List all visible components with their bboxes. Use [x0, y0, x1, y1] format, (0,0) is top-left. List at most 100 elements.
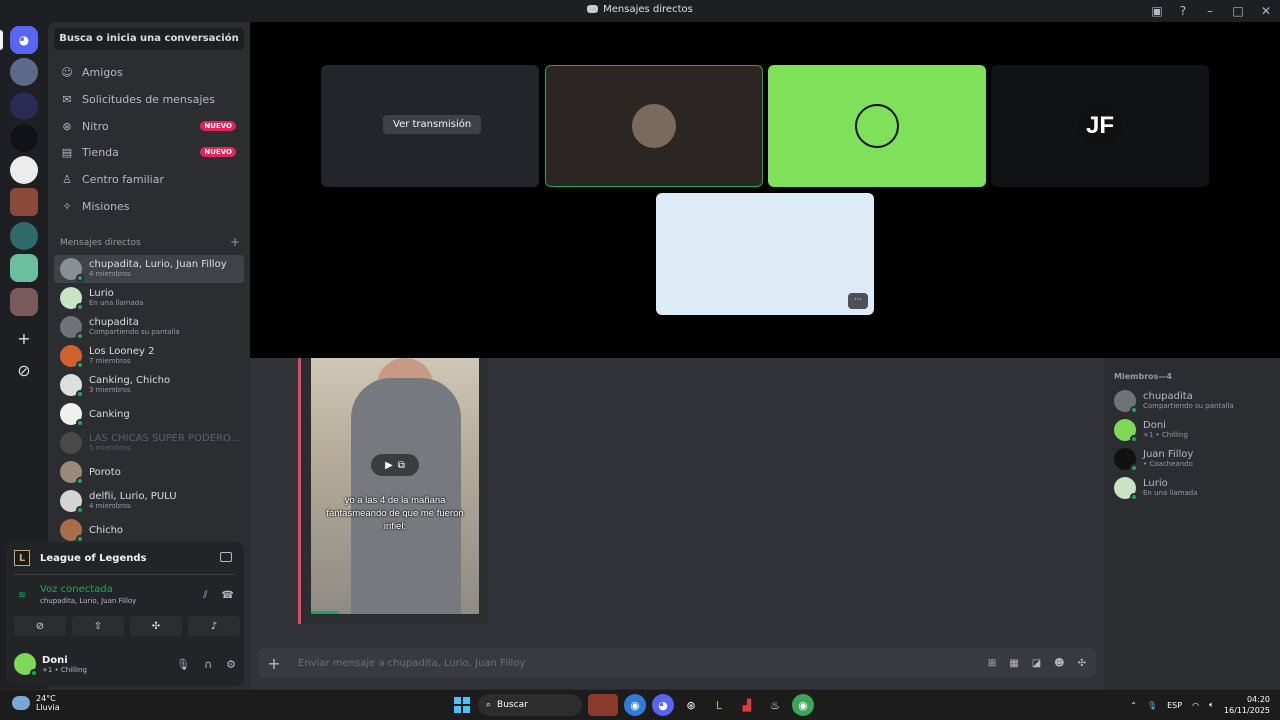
activities-button[interactable]: ✣ [130, 616, 182, 636]
gif-icon[interactable]: ▦ [1009, 658, 1018, 669]
soundboard-button[interactable]: ♪ [188, 616, 240, 636]
server-icon[interactable] [10, 222, 38, 250]
nav-message-requests[interactable]: ✉ Solicitudes de mensajes [54, 86, 244, 112]
apps-icon[interactable]: ✣ [1078, 658, 1086, 669]
dm-item[interactable]: Poroto [54, 458, 244, 486]
dm-item[interactable]: Chicho [54, 516, 244, 544]
dm-item[interactable]: Los Looney 27 miembros [54, 342, 244, 370]
maximize-button[interactable]: □ [1224, 0, 1252, 22]
game-activity: L League of Legends [14, 550, 146, 566]
wifi-icon[interactable]: ◠ [1192, 701, 1199, 710]
avatar [1114, 477, 1138, 501]
weather-widget[interactable]: 24°C Lluvia [12, 694, 60, 712]
member-item[interactable]: Doni +1 • Chilling [1114, 417, 1188, 443]
discover-icon[interactable]: ⊘ [12, 358, 36, 382]
current-user[interactable]: Doni +1 • Chilling 🎙︎ ∩ ⚙ [14, 650, 236, 678]
quests-icon: ✧ [62, 199, 72, 213]
settings-gear-icon[interactable]: ⚙ [226, 658, 236, 671]
emoji-icon[interactable]: ☻ [1054, 658, 1064, 669]
nav-quests[interactable]: ✧ Misiones [54, 193, 244, 219]
chevron-up-icon[interactable]: ⌃ [1130, 701, 1137, 710]
help-icon[interactable]: ? [1170, 0, 1196, 22]
headphones-icon[interactable]: ∩ [204, 658, 212, 671]
temperature: 24°C [36, 694, 56, 703]
watch-stream-button[interactable]: Ver transmisión [383, 115, 482, 134]
dm-item[interactable]: Canking [54, 400, 244, 428]
steam-icon[interactable]: ♨ [764, 694, 786, 716]
stream-tile[interactable]: Ver transmisión [321, 65, 539, 187]
create-dm-icon[interactable]: + [230, 236, 240, 248]
server-icon[interactable] [10, 156, 38, 184]
server-icon[interactable] [10, 124, 38, 152]
dm-item[interactable]: chupadita Compartiendo su pantalla [54, 313, 244, 341]
minimize-button[interactable]: – [1196, 0, 1224, 22]
member-item[interactable]: Juan Filloy • Coacheando [1114, 446, 1193, 472]
dm-item[interactable]: Lurio En una llamada [54, 284, 244, 312]
home-button[interactable]: ◕ [10, 26, 38, 54]
close-button[interactable]: ✕ [1252, 0, 1280, 22]
discord-icon[interactable]: ◕ [652, 694, 674, 716]
status-dot [76, 506, 84, 514]
league-icon[interactable]: L [708, 694, 730, 716]
participant-tile[interactable] [545, 65, 763, 187]
message-input[interactable]: + Enviar mensaje a chupadita, Lurio, Jua… [258, 648, 1096, 678]
language-indicator[interactable]: ESP [1167, 701, 1182, 710]
gift-icon[interactable]: ⊞ [988, 658, 996, 669]
microphone-icon[interactable]: 🎙︎ [176, 658, 190, 671]
search-conversation-button[interactable]: Busca o inicia una conversación [54, 28, 244, 50]
app-icon[interactable]: ⊛ [680, 694, 702, 716]
add-server-icon[interactable]: + [12, 326, 36, 350]
participant-tile[interactable] [768, 65, 986, 187]
member-status: En una llamada [1143, 489, 1198, 497]
widget-icon[interactable] [588, 694, 618, 716]
nav-family-center[interactable]: ♙ Centro familiar [54, 166, 244, 192]
play-button[interactable]: ▶ ⧉ [371, 454, 419, 476]
dm-item[interactable]: chupadita, Lurio, Juan Filloy 4 miembros [54, 255, 244, 283]
server-folder[interactable] [10, 288, 38, 316]
avatar [743, 232, 787, 276]
volume-icon[interactable]: 🔈︎ [1209, 700, 1214, 710]
message-placeholder: Enviar mensaje a chupadita, Lurio, Juan … [298, 657, 526, 669]
screen-share-icon[interactable] [220, 552, 232, 562]
avatar [632, 104, 676, 148]
nav-label: Nitro [82, 119, 109, 133]
chrome-icon[interactable]: ◉ [624, 694, 646, 716]
participant-tile[interactable]: JF [991, 65, 1209, 187]
disconnect-icon[interactable]: ☎ [222, 590, 234, 601]
status-dot [76, 361, 84, 369]
nav-friends[interactable]: ☺ Amigos [54, 59, 244, 85]
participant-tile[interactable]: ··· [656, 193, 874, 315]
dm-item[interactable]: delfii, Lurio, PULU 4 miembros [54, 487, 244, 515]
member-item[interactable]: Lurio En una llamada [1114, 475, 1198, 501]
camera-off-button[interactable]: ⊘ [14, 616, 66, 636]
status-dot [76, 332, 84, 340]
member-list-header: Miembros—4 [1114, 372, 1172, 381]
chrome-icon[interactable]: ◉ [792, 694, 814, 716]
server-icon[interactable] [10, 188, 38, 216]
sticker-icon[interactable]: ◪ [1032, 658, 1041, 669]
dm-name: Poroto [89, 466, 121, 478]
server-icon[interactable] [10, 58, 38, 86]
microphone-icon[interactable]: 🎙︎ [1147, 701, 1157, 710]
discord-logo-icon: ◕ [18, 33, 30, 47]
noise-suppression-icon[interactable]: ⫽ [203, 590, 207, 601]
clock[interactable]: 04:20 16/11/2025 [1224, 694, 1270, 716]
inbox-icon[interactable]: ▣ [1144, 0, 1170, 22]
server-icon[interactable] [10, 92, 38, 120]
server-icon[interactable] [10, 254, 38, 282]
voice-status[interactable]: Voz conectada [40, 584, 136, 595]
dm-item[interactable]: Canking, Chicho 3 miembros [54, 371, 244, 399]
share-screen-button[interactable]: ⇧ [72, 616, 124, 636]
start-button[interactable] [452, 695, 472, 715]
attach-plus-icon[interactable]: + [266, 654, 282, 673]
nav-shop[interactable]: ▤ Tienda NUEVO [54, 139, 244, 165]
nav-nitro[interactable]: ⊛ Nitro NUEVO [54, 113, 244, 139]
dm-item[interactable]: LAS CHICAS SUPER PODERO... 5 miembros [54, 429, 244, 457]
taskbar-search[interactable]: ⌕ Buscar [478, 694, 582, 716]
member-status: Compartiendo su pantalla [1143, 402, 1234, 410]
more-options-button[interactable]: ··· [848, 293, 868, 309]
video-embed[interactable]: ▶ ⧉ yo a las 4 de la mañana fantasmeando … [311, 358, 479, 614]
app-icon[interactable]: ▟ [736, 694, 758, 716]
member-item[interactable]: chupadita Compartiendo su pantalla [1114, 388, 1234, 414]
window-title-text: Mensajes directos [603, 4, 693, 15]
